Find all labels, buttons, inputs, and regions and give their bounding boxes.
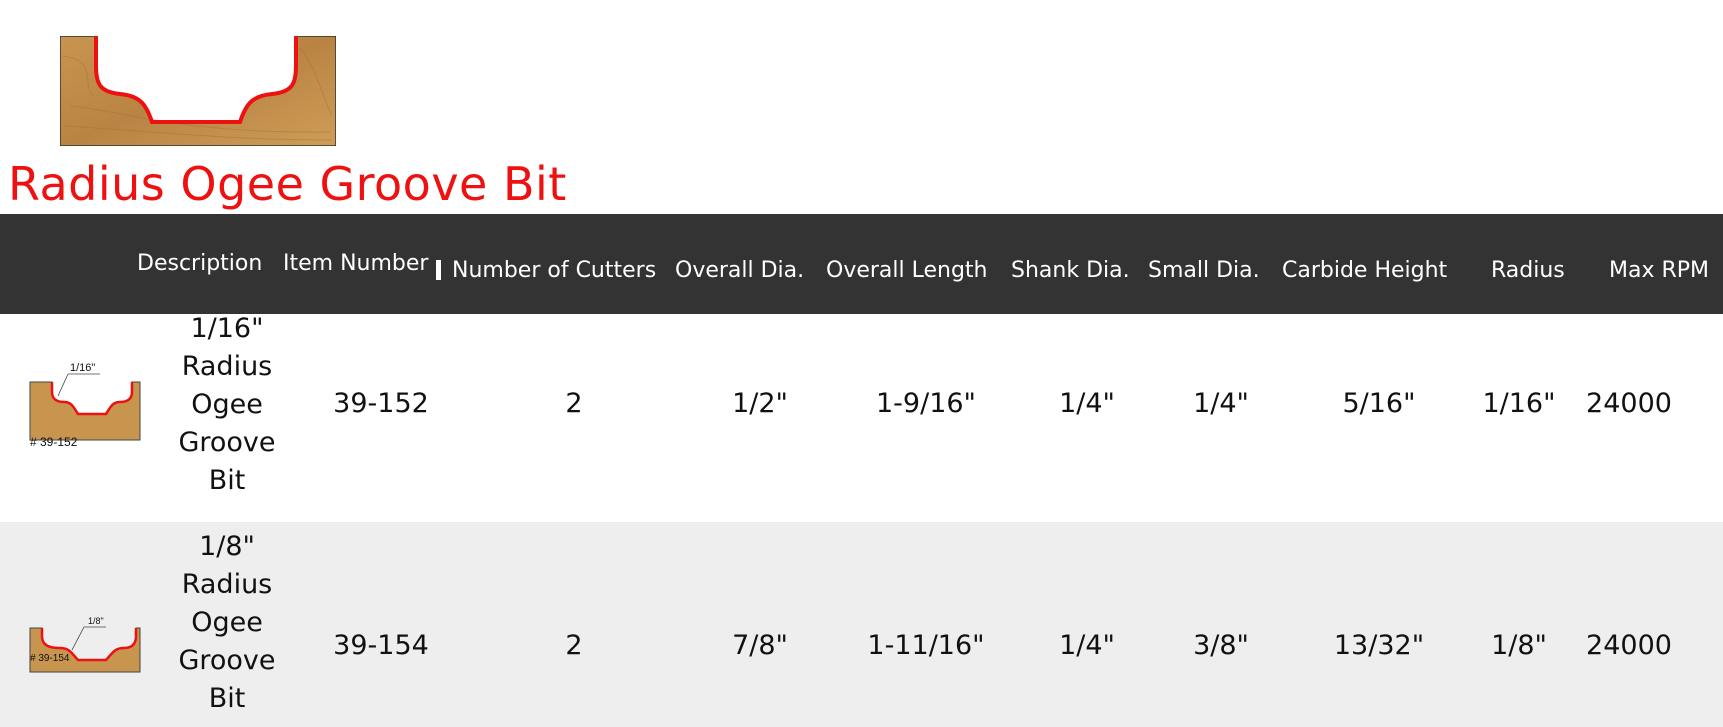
cell-shank-dia: 1/4" — [1059, 388, 1115, 419]
thumbnail-caption: # 39-152 — [30, 435, 78, 449]
row-description: 1/8" Radius Ogee Groove Bit — [178, 531, 276, 714]
col-small-dia-header[interactable]: Small Dia. — [1148, 257, 1260, 285]
cell-overall-length: 1-9/16" — [876, 388, 976, 419]
cell-cutters: 2 — [565, 388, 583, 419]
product-thumbnail[interactable]: 1/8" — [28, 590, 144, 690]
table-row[interactable]: 1/16" # 39-152 1/16" Radius Ogee Groove … — [0, 313, 1723, 522]
svg-text:1/16": 1/16" — [70, 362, 95, 374]
cell-overall-length: 1-11/16" — [867, 630, 985, 661]
col-shank-dia-header[interactable]: Shank Dia. — [1011, 257, 1130, 285]
cell-cutters: 2 — [565, 630, 583, 661]
cell-max-rpm: 24000 — [1586, 388, 1672, 419]
col-description-header[interactable]: Description — [137, 250, 262, 278]
cell-item-number[interactable]: 39-154 — [333, 629, 429, 663]
cell-max-rpm: 24000 — [1586, 630, 1672, 661]
cell-carbide-height: 5/16" — [1342, 388, 1416, 419]
col-item-number-header[interactable]: Item Number — [283, 250, 428, 278]
col-number-of-cutters-header[interactable]: Number of Cutters — [452, 257, 656, 285]
cell-small-dia: 3/8" — [1193, 630, 1249, 661]
product-thumbnail[interactable]: 1/16" — [28, 344, 144, 444]
col-overall-length-header[interactable]: Overall Length — [826, 257, 988, 285]
col-carbide-height-header[interactable]: Carbide Height — [1282, 257, 1447, 285]
cell-shank-dia: 1/4" — [1059, 630, 1115, 661]
cell-carbide-height: 13/32" — [1333, 630, 1425, 661]
column-resize-handle[interactable] — [436, 260, 441, 280]
cell-small-dia: 1/4" — [1193, 388, 1249, 419]
cell-item-number[interactable]: 39-152 — [333, 387, 429, 421]
table-row[interactable]: 1/8" # 39-154 1/8" Radius Ogee Groove Bi… — [0, 522, 1723, 727]
thumbnail-caption: # 39-154 — [30, 653, 70, 664]
col-overall-dia-header[interactable]: Overall Dia. — [675, 257, 804, 285]
product-profile-image — [60, 36, 336, 146]
cell-radius: 1/8" — [1491, 630, 1547, 661]
col-radius-header[interactable]: Radius — [1491, 257, 1565, 285]
row-description: 1/16" Radius Ogee Groove Bit — [178, 313, 276, 496]
page-title: Radius Ogee Groove Bit — [8, 157, 567, 211]
svg-text:1/8": 1/8" — [88, 616, 104, 626]
cell-radius: 1/16" — [1482, 388, 1556, 419]
table-header: Description Item Number Number of Cutter… — [0, 214, 1723, 314]
cell-overall-dia: 1/2" — [732, 388, 788, 419]
col-max-rpm-header[interactable]: Max RPM — [1609, 257, 1709, 285]
cell-overall-dia: 7/8" — [732, 630, 788, 661]
